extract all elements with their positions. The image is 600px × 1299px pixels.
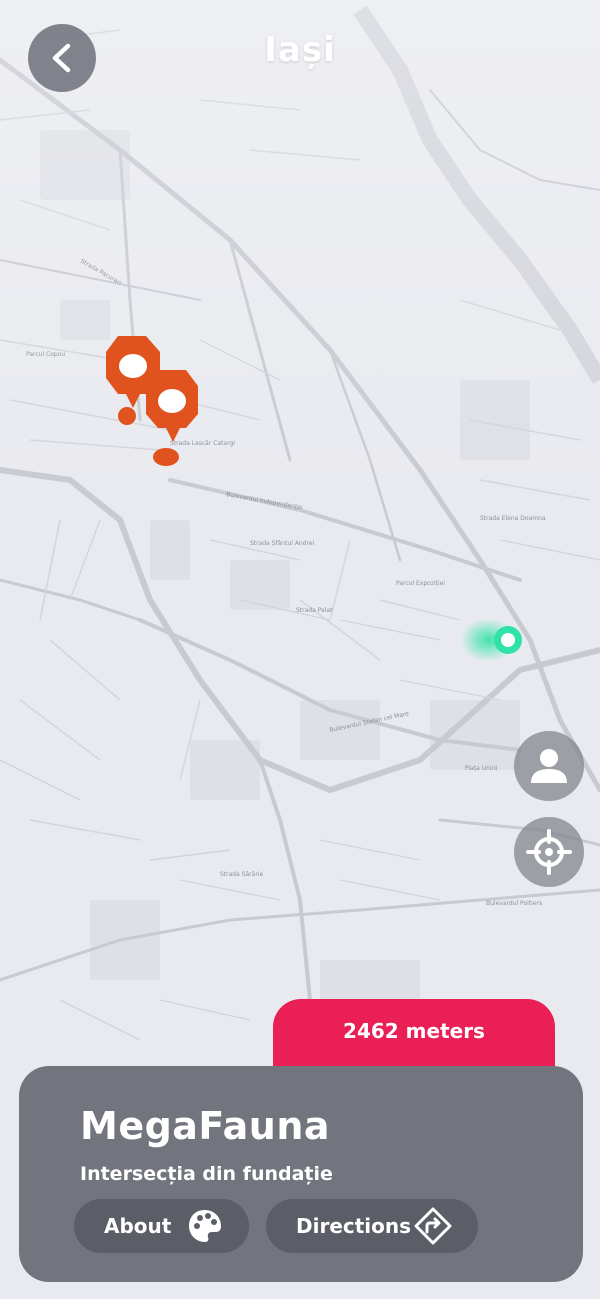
about-button[interactable]: About: [74, 1199, 249, 1253]
palette-icon: [189, 1210, 221, 1242]
place-subtitle: Intersecția din fundație: [80, 1163, 333, 1185]
directions-button[interactable]: Directions: [266, 1199, 478, 1253]
locate-me-button[interactable]: [514, 817, 584, 887]
user-icon: [531, 749, 567, 783]
profile-button[interactable]: [514, 731, 584, 801]
about-button-label: About: [104, 1214, 172, 1238]
directions-button-label: Directions: [296, 1214, 412, 1238]
place-info-card: MegaFauna Intersecția din fundație About…: [19, 1066, 583, 1282]
page-title: Iași: [264, 30, 336, 70]
directions-icon: [414, 1207, 452, 1245]
crosshair-icon: [526, 829, 572, 875]
place-name: MegaFauna: [80, 1104, 331, 1148]
